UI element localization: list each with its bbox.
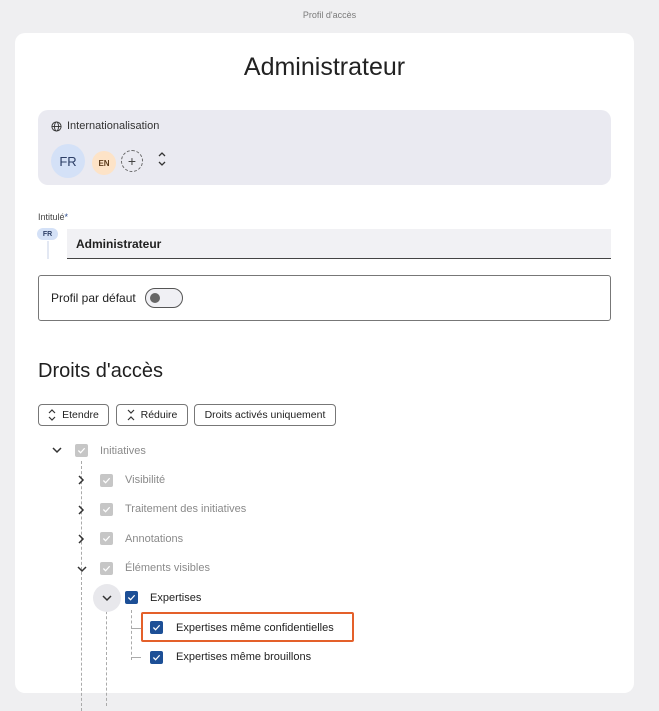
language-en-avatar[interactable]: EN bbox=[92, 151, 116, 175]
intitule-label-text: Intitulé bbox=[38, 212, 65, 222]
add-language-button[interactable]: + bbox=[121, 150, 143, 172]
intitule-language-stem bbox=[47, 241, 49, 259]
tree-branch bbox=[131, 628, 141, 629]
sort-languages-icon[interactable] bbox=[157, 150, 167, 168]
chevron-right-icon[interactable] bbox=[75, 533, 87, 545]
internationalisation-header: Internationalisation bbox=[51, 120, 159, 132]
chevron-right-icon[interactable] bbox=[75, 474, 87, 486]
checkbox-initiatives[interactable] bbox=[75, 444, 88, 457]
language-fr-avatar[interactable]: FR bbox=[51, 144, 85, 178]
checkbox-traitement[interactable] bbox=[100, 503, 113, 516]
collapse-all-label: Réduire bbox=[140, 409, 178, 421]
toggle-knob bbox=[150, 293, 160, 303]
tree-node-label: Éléments visibles bbox=[125, 562, 210, 574]
checkbox-annotations[interactable] bbox=[100, 532, 113, 545]
active-rights-only-button[interactable]: Droits activés uniquement bbox=[194, 404, 336, 426]
tree-node-label: Annotations bbox=[125, 533, 184, 545]
checkbox-visibilite[interactable] bbox=[100, 474, 113, 487]
rights-section-title: Droits d'accès bbox=[38, 360, 163, 382]
intitule-input[interactable] bbox=[67, 229, 611, 259]
tree-connector-level2 bbox=[106, 606, 107, 706]
chevron-down-icon[interactable] bbox=[101, 592, 113, 604]
checkbox-expertises-brouillons[interactable] bbox=[150, 651, 163, 664]
internationalisation-label: Internationalisation bbox=[67, 120, 160, 132]
window-title: Profil d'accès bbox=[302, 10, 357, 20]
tree-node-label: Expertises bbox=[150, 592, 202, 604]
active-rights-only-label: Droits activés uniquement bbox=[204, 409, 326, 421]
page-title: Administrateur bbox=[243, 53, 406, 81]
checkbox-expertises-confidentielles[interactable] bbox=[150, 621, 163, 634]
tree-connector-level3 bbox=[131, 610, 132, 660]
tree-branch bbox=[131, 657, 141, 658]
default-profile-toggle[interactable] bbox=[145, 288, 183, 308]
intitule-label: Intitulé* bbox=[38, 212, 68, 222]
checkbox-elements-visibles[interactable] bbox=[100, 562, 113, 575]
tree-node-label: Expertises même brouillons bbox=[176, 651, 312, 663]
collapse-icon bbox=[127, 409, 135, 421]
checkbox-expertises[interactable] bbox=[125, 591, 138, 604]
default-profile-box: Profil par défaut bbox=[38, 275, 611, 321]
tree-node-label: Traitement des initiatives bbox=[125, 503, 247, 515]
tree-node-label: Initiatives bbox=[100, 445, 146, 457]
tree-connector-level1 bbox=[81, 461, 82, 711]
chevron-down-icon[interactable] bbox=[51, 444, 63, 456]
chevron-right-icon[interactable] bbox=[75, 504, 87, 516]
tree-node-label: Expertises même confidentielles bbox=[176, 622, 334, 634]
profile-panel: Administrateur Internationalisation FR E… bbox=[15, 33, 634, 711]
collapse-all-button[interactable]: Réduire bbox=[116, 404, 188, 426]
internationalisation-box: Internationalisation FR EN + bbox=[38, 110, 611, 185]
tree-node-label: Visibilité bbox=[125, 474, 166, 486]
intitule-language-chip: FR bbox=[37, 228, 58, 240]
chevron-down-icon[interactable] bbox=[76, 563, 88, 575]
globe-icon bbox=[51, 120, 62, 132]
expand-all-button[interactable]: Etendre bbox=[38, 404, 109, 426]
default-profile-label: Profil par défaut bbox=[51, 291, 136, 305]
expand-all-label: Etendre bbox=[62, 409, 99, 421]
expand-icon bbox=[48, 409, 56, 421]
required-mark: * bbox=[64, 212, 69, 222]
